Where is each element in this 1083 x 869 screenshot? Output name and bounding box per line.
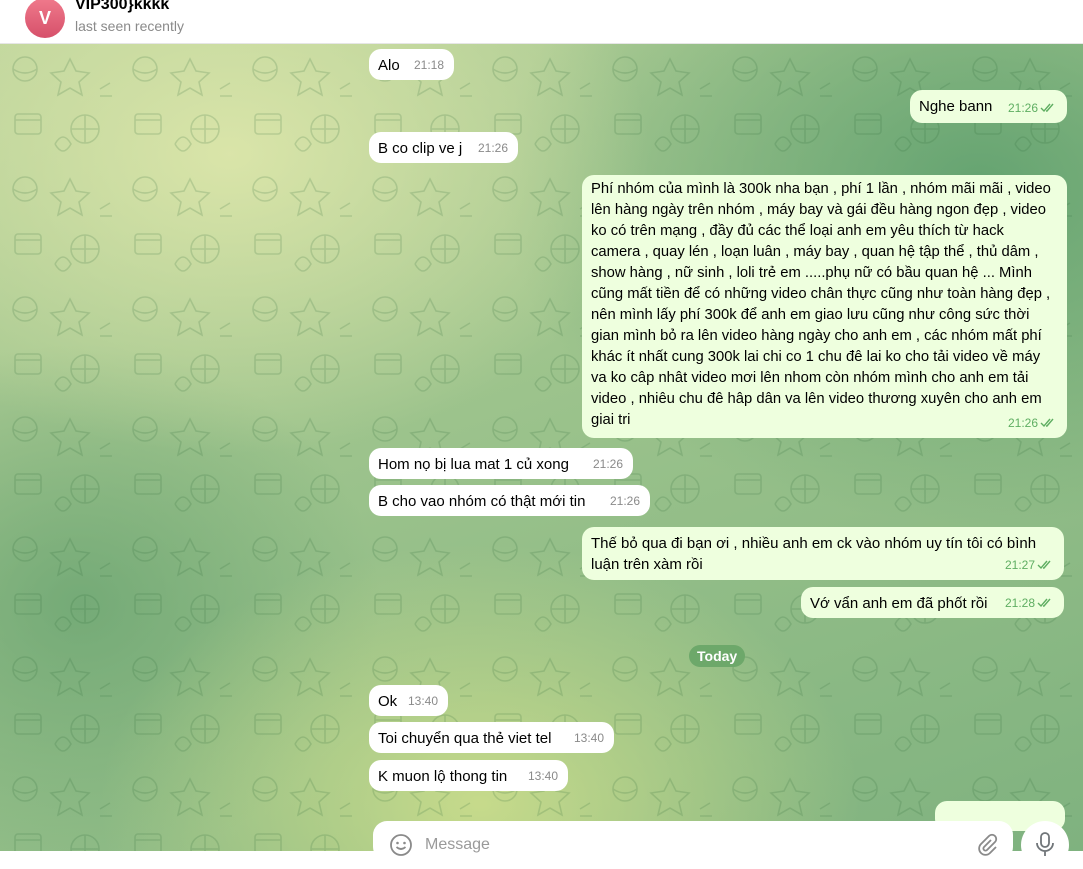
message-bubble[interactable]: Hom nọ bị lua mat 1 củ xong 21:26	[369, 448, 633, 479]
message-bubble[interactable]: Phí nhóm của mình là 300k nha bạn , phí …	[582, 175, 1067, 438]
message-text: Hom nọ bị lua mat 1 củ xong	[378, 456, 569, 473]
message-text: B co clip ve j	[378, 140, 463, 157]
message-time: 21:28	[1004, 596, 1035, 610]
message-bubble[interactable]: Alo 21:18	[369, 49, 454, 80]
chat-header[interactable]: V VIP300}kkkk last seen recently	[0, 0, 1083, 44]
microphone-icon	[1036, 832, 1054, 856]
last-seen-status: last seen recently	[75, 18, 184, 34]
message-text: Alo	[378, 57, 400, 74]
message-composer[interactable]: Message	[373, 821, 1013, 861]
message-bubble[interactable]: Ok 13:40	[369, 685, 448, 716]
message-time: 21:27	[1004, 558, 1035, 572]
message-time: 13:40	[527, 769, 558, 783]
message-text: Phí nhóm của mình là 300k nha bạn , phí …	[591, 181, 1055, 428]
message-bubble[interactable]: B cho vao nhóm có thật mới tin 21:26	[369, 485, 650, 516]
message-time: 21:18	[413, 58, 444, 72]
message-bubble[interactable]: Vớ vẩn anh em đã phốt rồi 21:28	[801, 587, 1064, 618]
message-bubble[interactable]: Thế bỏ qua đi bạn ơi , nhiều anh em ck v…	[582, 527, 1064, 580]
message-bubble[interactable]: K muon lộ thong tin 13:40	[369, 760, 568, 791]
voice-record-button[interactable]	[1021, 821, 1069, 869]
message-bubble[interactable]: Toi chuyển qua thẻ viet tel 13:40	[369, 722, 614, 753]
message-time: 21:26	[592, 457, 623, 471]
avatar[interactable]: V	[25, 0, 65, 38]
message-time: 21:26	[1007, 416, 1038, 430]
message-text: Thế bỏ qua đi bạn ơi , nhiều anh em ck v…	[591, 535, 1041, 573]
emoji-icon[interactable]	[389, 833, 413, 857]
message-time: 21:26	[477, 141, 508, 155]
message-time: 13:40	[573, 731, 604, 745]
double-check-icon	[1040, 418, 1054, 428]
message-input[interactable]: Message	[425, 836, 490, 854]
chat-title[interactable]: VIP300}kkkk	[75, 0, 169, 14]
message-time: 21:26	[609, 494, 640, 508]
message-text: K muon lộ thong tin	[378, 768, 508, 785]
message-bubble[interactable]: Nghe bann 21:26	[910, 90, 1067, 123]
message-text: Ok	[378, 693, 398, 710]
message-text: B cho vao nhóm có thật mới tin	[378, 493, 586, 510]
message-text: Vớ vẩn anh em đã phốt rồi	[810, 595, 988, 612]
double-check-icon	[1037, 560, 1051, 570]
double-check-icon	[1040, 103, 1054, 113]
double-check-icon	[1037, 598, 1051, 608]
message-text: Toi chuyển qua thẻ viet tel	[378, 730, 552, 747]
date-separator: Today	[689, 645, 746, 667]
message-bubble[interactable]: B co clip ve j 21:26	[369, 132, 518, 163]
message-time: 13:40	[407, 694, 438, 708]
message-time: 21:26	[1007, 101, 1038, 115]
message-text: Nghe bann	[919, 98, 993, 115]
avatar-letter: V	[38, 7, 51, 28]
attach-icon[interactable]	[975, 833, 999, 857]
